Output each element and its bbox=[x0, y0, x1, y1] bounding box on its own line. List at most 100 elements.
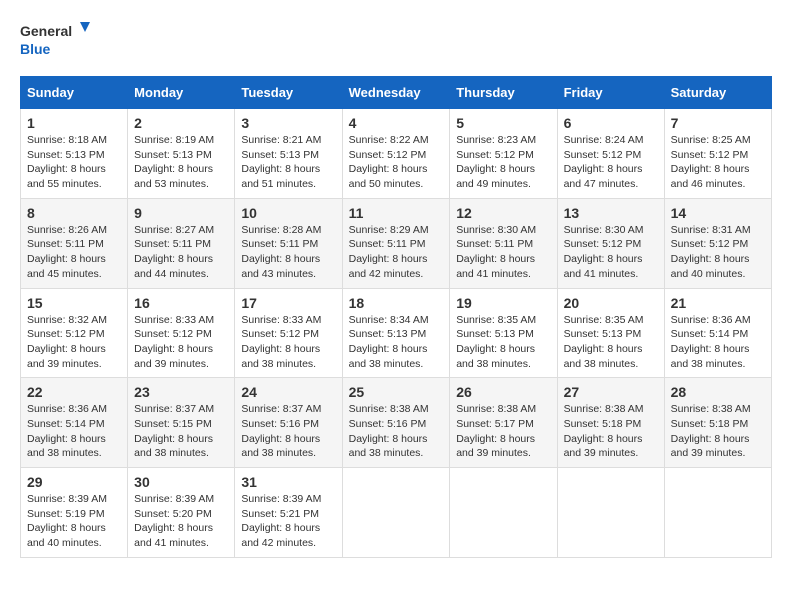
day-number: 9 bbox=[134, 205, 228, 221]
day-number: 23 bbox=[134, 384, 228, 400]
weekday-header-sunday: Sunday bbox=[21, 77, 128, 109]
calendar-cell: 24 Sunrise: 8:37 AM Sunset: 5:16 PM Dayli… bbox=[235, 378, 342, 468]
weekday-header-friday: Friday bbox=[557, 77, 664, 109]
day-number: 1 bbox=[27, 115, 121, 131]
calendar-cell: 17Sunrise: 8:33 AM Sunset: 5:12 PM Dayli… bbox=[235, 288, 342, 378]
day-info: Sunrise: 8:38 AM Sunset: 5:17 PM Dayligh… bbox=[456, 402, 550, 461]
day-info: Sunrise: 8:38 AM Sunset: 5:18 PM Dayligh… bbox=[564, 402, 658, 461]
week-row-1: 1 Sunrise: 8:18 AM Sunset: 5:13 PM Daylig… bbox=[21, 109, 772, 199]
calendar-cell: 7 Sunrise: 8:25 AM Sunset: 5:12 PM Daylig… bbox=[664, 109, 771, 199]
day-info: Sunrise: 8:27 AM Sunset: 5:11 PM Dayligh… bbox=[134, 223, 228, 282]
calendar-cell bbox=[342, 468, 450, 558]
day-info: Sunrise: 8:37 AM Sunset: 5:15 PM Dayligh… bbox=[134, 402, 228, 461]
day-number: 15 bbox=[27, 295, 121, 311]
calendar-cell bbox=[450, 468, 557, 558]
day-number: 21 bbox=[671, 295, 765, 311]
calendar-cell: 31 Sunrise: 8:39 AM Sunset: 5:21 PM Dayli… bbox=[235, 468, 342, 558]
logo: General Blue bbox=[20, 20, 90, 60]
day-number: 11 bbox=[349, 205, 444, 221]
calendar-cell: 27 Sunrise: 8:38 AM Sunset: 5:18 PM Dayli… bbox=[557, 378, 664, 468]
day-number: 25 bbox=[349, 384, 444, 400]
day-number: 16 bbox=[134, 295, 228, 311]
day-info: Sunrise: 8:28 AM Sunset: 5:11 PM Dayligh… bbox=[241, 223, 335, 282]
calendar-cell: 10 Sunrise: 8:28 AM Sunset: 5:11 PM Dayli… bbox=[235, 198, 342, 288]
day-number: 27 bbox=[564, 384, 658, 400]
svg-text:General: General bbox=[20, 23, 72, 39]
day-number: 26 bbox=[456, 384, 550, 400]
day-info: Sunrise: 8:38 AM Sunset: 5:16 PM Dayligh… bbox=[349, 402, 444, 461]
calendar-cell: 1 Sunrise: 8:18 AM Sunset: 5:13 PM Daylig… bbox=[21, 109, 128, 199]
calendar-cell: 11 Sunrise: 8:29 AM Sunset: 5:11 PM Dayli… bbox=[342, 198, 450, 288]
day-number: 20 bbox=[564, 295, 658, 311]
svg-text:Blue: Blue bbox=[20, 41, 51, 57]
day-number: 5 bbox=[456, 115, 550, 131]
weekday-header-saturday: Saturday bbox=[664, 77, 771, 109]
day-info: Sunrise: 8:24 AM Sunset: 5:12 PM Dayligh… bbox=[564, 133, 658, 192]
week-row-2: 8 Sunrise: 8:26 AM Sunset: 5:11 PM Daylig… bbox=[21, 198, 772, 288]
day-info: Sunrise: 8:30 AM Sunset: 5:12 PM Dayligh… bbox=[564, 223, 658, 282]
weekday-header-row: SundayMondayTuesdayWednesdayThursdayFrid… bbox=[21, 77, 772, 109]
header: General Blue bbox=[20, 20, 772, 60]
calendar-cell: 30 Sunrise: 8:39 AM Sunset: 5:20 PM Dayli… bbox=[128, 468, 235, 558]
day-info: Sunrise: 8:30 AM Sunset: 5:11 PM Dayligh… bbox=[456, 223, 550, 282]
day-number: 28 bbox=[671, 384, 765, 400]
week-row-5: 29 Sunrise: 8:39 AM Sunset: 5:19 PM Dayli… bbox=[21, 468, 772, 558]
day-number: 13 bbox=[564, 205, 658, 221]
calendar-cell: 23 Sunrise: 8:37 AM Sunset: 5:15 PM Dayli… bbox=[128, 378, 235, 468]
day-number: 10 bbox=[241, 205, 335, 221]
weekday-header-wednesday: Wednesday bbox=[342, 77, 450, 109]
day-number: 29 bbox=[27, 474, 121, 490]
day-info: Sunrise: 8:35 AM Sunset: 5:13 PM Dayligh… bbox=[456, 313, 550, 372]
day-info: Sunrise: 8:18 AM Sunset: 5:13 PM Dayligh… bbox=[27, 133, 121, 192]
day-info: Sunrise: 8:26 AM Sunset: 5:11 PM Dayligh… bbox=[27, 223, 121, 282]
calendar-cell: 28Sunrise: 8:38 AM Sunset: 5:18 PM Dayli… bbox=[664, 378, 771, 468]
weekday-header-tuesday: Tuesday bbox=[235, 77, 342, 109]
day-number: 8 bbox=[27, 205, 121, 221]
day-number: 12 bbox=[456, 205, 550, 221]
calendar-cell: 9 Sunrise: 8:27 AM Sunset: 5:11 PM Daylig… bbox=[128, 198, 235, 288]
day-number: 4 bbox=[349, 115, 444, 131]
calendar-cell: 2Sunrise: 8:19 AM Sunset: 5:13 PM Daylig… bbox=[128, 109, 235, 199]
week-row-4: 22Sunrise: 8:36 AM Sunset: 5:14 PM Dayli… bbox=[21, 378, 772, 468]
calendar-cell: 6 Sunrise: 8:24 AM Sunset: 5:12 PM Daylig… bbox=[557, 109, 664, 199]
day-info: Sunrise: 8:39 AM Sunset: 5:20 PM Dayligh… bbox=[134, 492, 228, 551]
weekday-header-thursday: Thursday bbox=[450, 77, 557, 109]
day-info: Sunrise: 8:35 AM Sunset: 5:13 PM Dayligh… bbox=[564, 313, 658, 372]
day-number: 17 bbox=[241, 295, 335, 311]
calendar-cell: 22Sunrise: 8:36 AM Sunset: 5:14 PM Dayli… bbox=[21, 378, 128, 468]
calendar-cell bbox=[664, 468, 771, 558]
day-info: Sunrise: 8:39 AM Sunset: 5:21 PM Dayligh… bbox=[241, 492, 335, 551]
calendar-cell: 14 Sunrise: 8:31 AM Sunset: 5:12 PM Dayli… bbox=[664, 198, 771, 288]
calendar-cell: 13 Sunrise: 8:30 AM Sunset: 5:12 PM Dayli… bbox=[557, 198, 664, 288]
day-info: Sunrise: 8:29 AM Sunset: 5:11 PM Dayligh… bbox=[349, 223, 444, 282]
day-number: 14 bbox=[671, 205, 765, 221]
calendar-cell: 8 Sunrise: 8:26 AM Sunset: 5:11 PM Daylig… bbox=[21, 198, 128, 288]
calendar-cell: 29 Sunrise: 8:39 AM Sunset: 5:19 PM Dayli… bbox=[21, 468, 128, 558]
day-info: Sunrise: 8:19 AM Sunset: 5:13 PM Dayligh… bbox=[134, 133, 228, 192]
day-number: 7 bbox=[671, 115, 765, 131]
day-info: Sunrise: 8:34 AM Sunset: 5:13 PM Dayligh… bbox=[349, 313, 444, 372]
weekday-header-monday: Monday bbox=[128, 77, 235, 109]
day-info: Sunrise: 8:22 AM Sunset: 5:12 PM Dayligh… bbox=[349, 133, 444, 192]
day-number: 30 bbox=[134, 474, 228, 490]
calendar-cell: 18Sunrise: 8:34 AM Sunset: 5:13 PM Dayli… bbox=[342, 288, 450, 378]
calendar-cell: 3Sunrise: 8:21 AM Sunset: 5:13 PM Daylig… bbox=[235, 109, 342, 199]
week-row-3: 15Sunrise: 8:32 AM Sunset: 5:12 PM Dayli… bbox=[21, 288, 772, 378]
calendar-cell: 4 Sunrise: 8:22 AM Sunset: 5:12 PM Daylig… bbox=[342, 109, 450, 199]
calendar-cell: 19 Sunrise: 8:35 AM Sunset: 5:13 PM Dayli… bbox=[450, 288, 557, 378]
day-info: Sunrise: 8:33 AM Sunset: 5:12 PM Dayligh… bbox=[134, 313, 228, 372]
day-info: Sunrise: 8:39 AM Sunset: 5:19 PM Dayligh… bbox=[27, 492, 121, 551]
day-info: Sunrise: 8:25 AM Sunset: 5:12 PM Dayligh… bbox=[671, 133, 765, 192]
day-number: 24 bbox=[241, 384, 335, 400]
day-info: Sunrise: 8:31 AM Sunset: 5:12 PM Dayligh… bbox=[671, 223, 765, 282]
day-info: Sunrise: 8:36 AM Sunset: 5:14 PM Dayligh… bbox=[671, 313, 765, 372]
day-number: 6 bbox=[564, 115, 658, 131]
day-info: Sunrise: 8:37 AM Sunset: 5:16 PM Dayligh… bbox=[241, 402, 335, 461]
calendar-cell: 5Sunrise: 8:23 AM Sunset: 5:12 PM Daylig… bbox=[450, 109, 557, 199]
calendar-cell: 26 Sunrise: 8:38 AM Sunset: 5:17 PM Dayli… bbox=[450, 378, 557, 468]
day-number: 31 bbox=[241, 474, 335, 490]
day-number: 19 bbox=[456, 295, 550, 311]
day-number: 3 bbox=[241, 115, 335, 131]
day-info: Sunrise: 8:36 AM Sunset: 5:14 PM Dayligh… bbox=[27, 402, 121, 461]
calendar-cell: 20 Sunrise: 8:35 AM Sunset: 5:13 PM Dayli… bbox=[557, 288, 664, 378]
